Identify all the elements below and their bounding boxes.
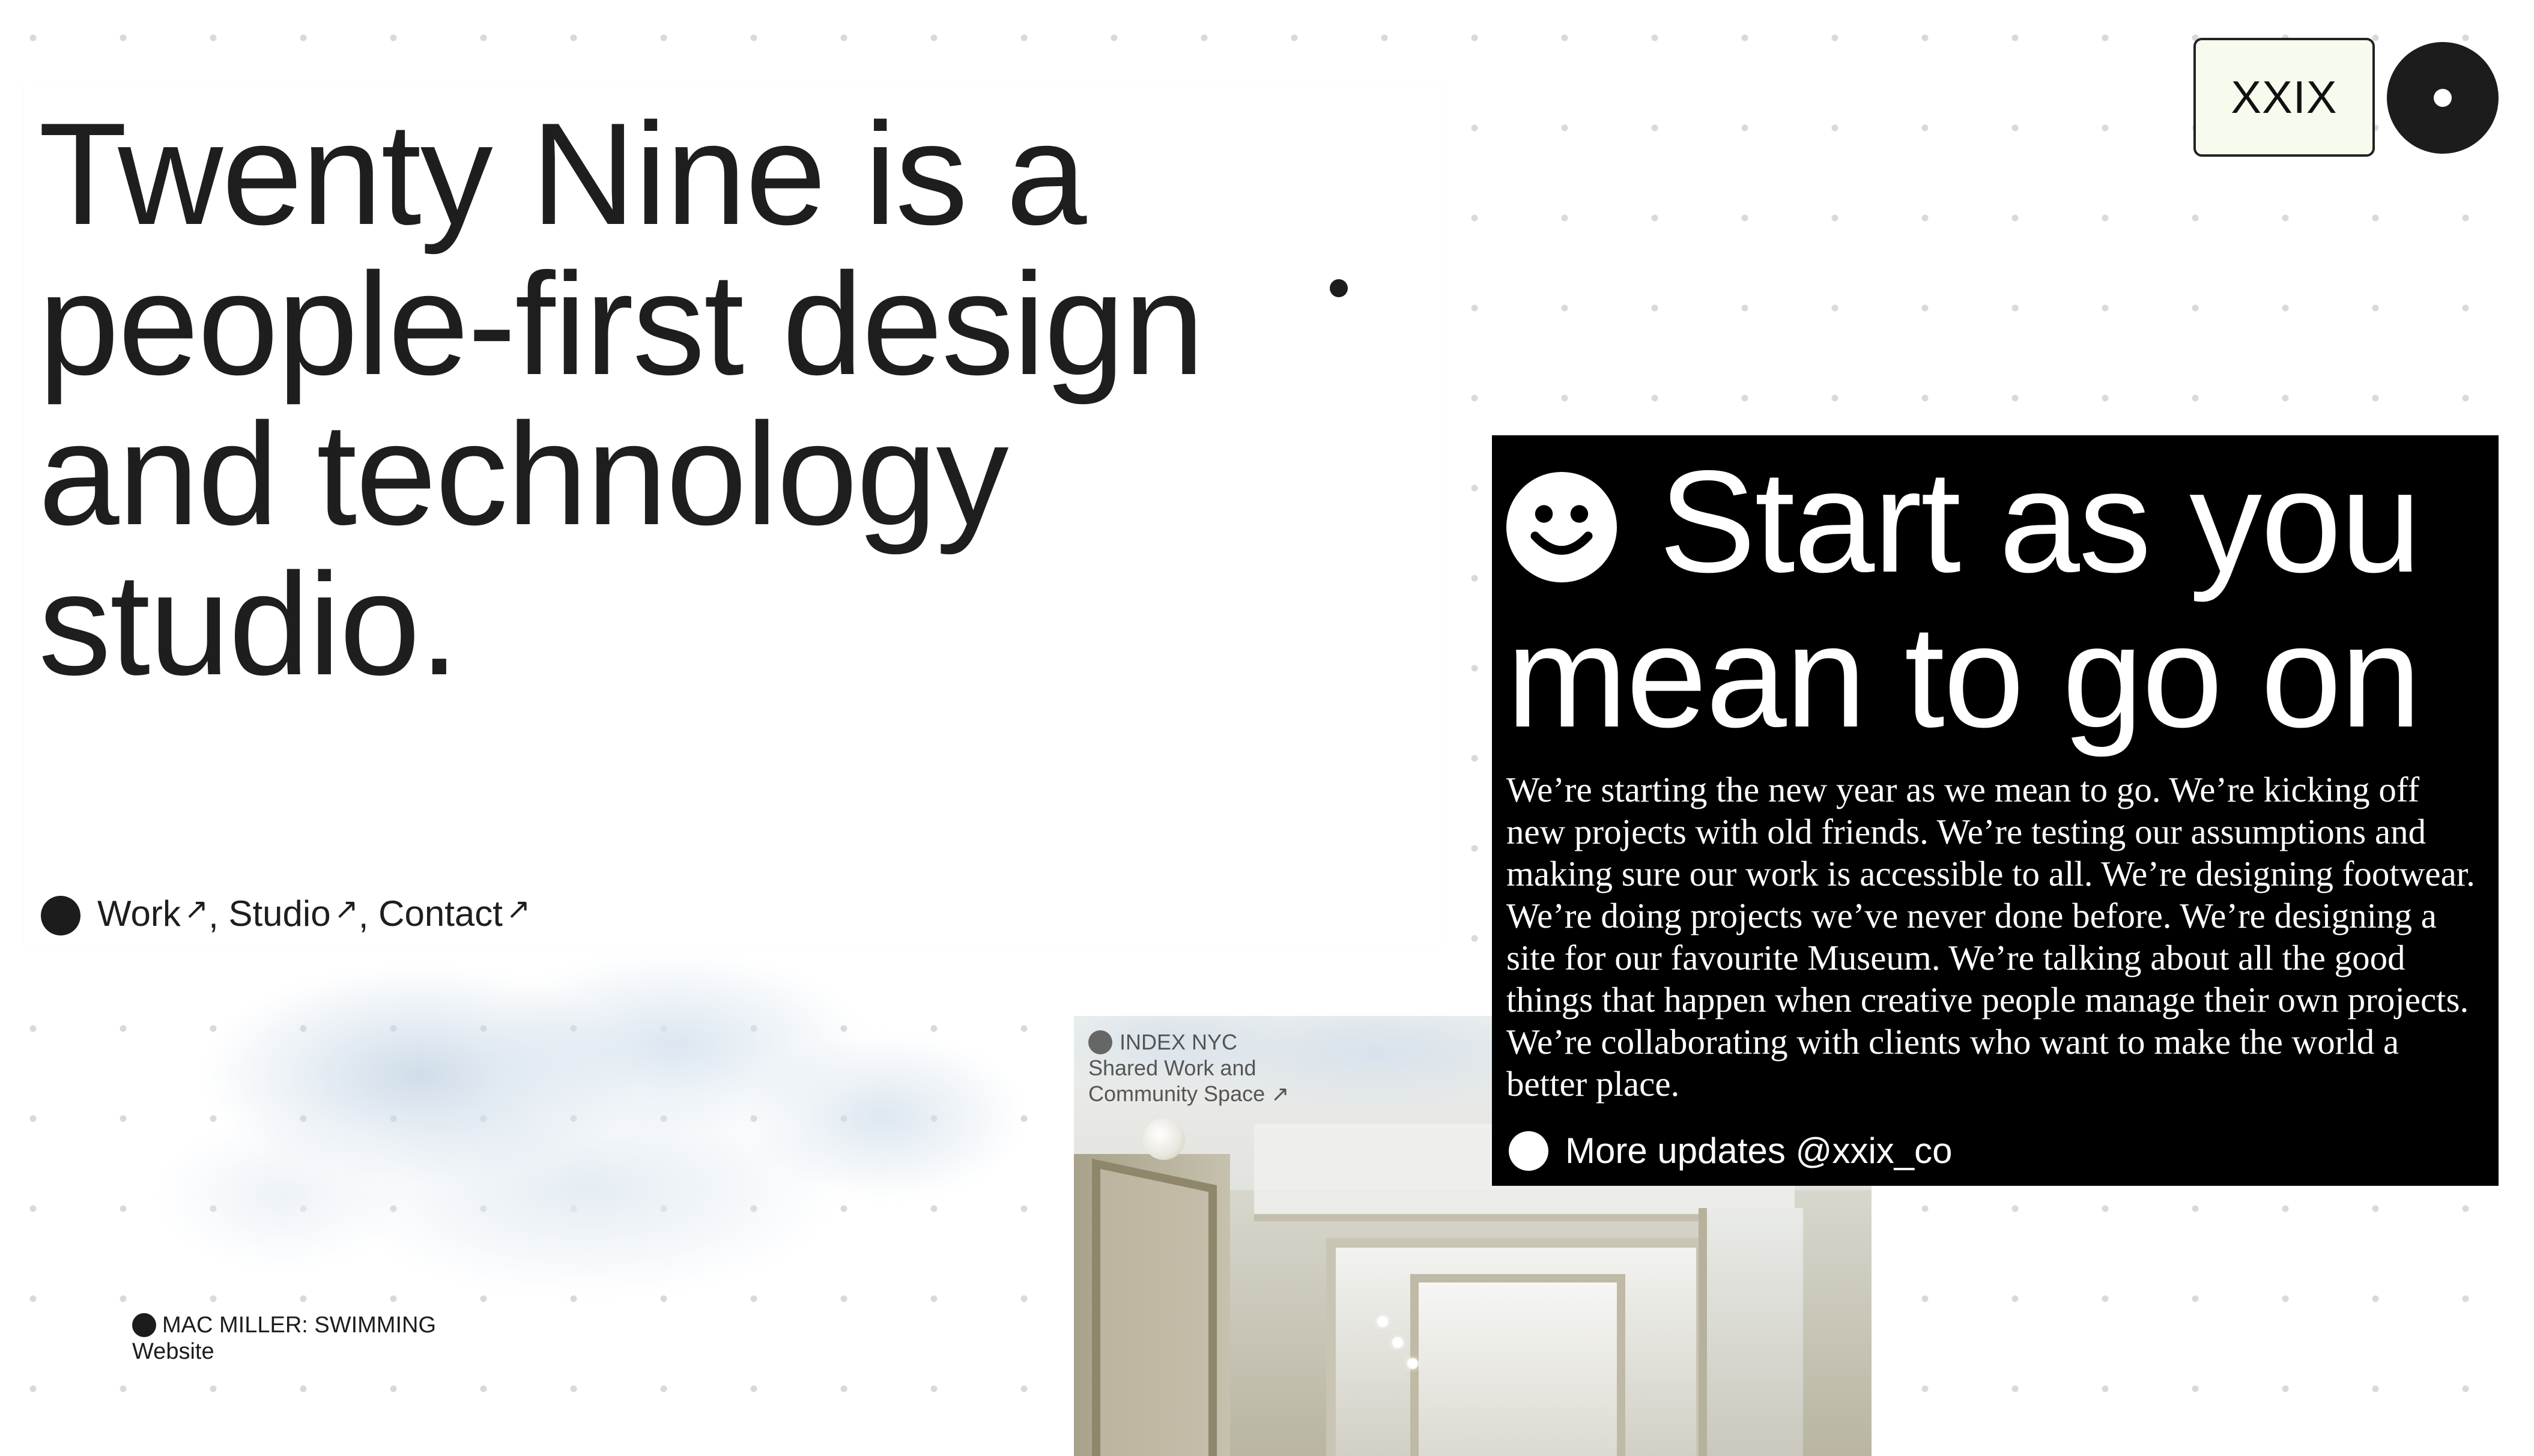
hero-nav: Work ↗, Studio ↗, Contact ↗ [41,893,530,938]
project-title[interactable]: MAC MILLER: SWIMMING [162,1312,436,1338]
photo-ceiling-light [1377,1316,1388,1327]
news-card: Start as you mean to go on We’re startin… [1492,435,2499,1186]
news-body: We’re starting the new year as we mean t… [1506,770,2475,1104]
project-subtitle-line2: Community Space [1088,1081,1265,1106]
decorative-dot-icon [1330,279,1348,297]
photo-window [1699,1208,1803,1456]
external-arrow-icon: ↗ [1271,1081,1290,1106]
external-arrow-icon: ↗ [184,893,209,925]
nav-link-contact[interactable]: Contact ↗ [378,893,530,938]
photo-doorway [1410,1274,1625,1456]
logo-button[interactable]: XXIX [2193,38,2375,157]
menu-button[interactable] [2387,42,2499,154]
footer-bullet-icon [1509,1131,1548,1171]
cloud-image [132,937,1153,1357]
project-bullet-icon [1088,1030,1112,1054]
external-arrow-icon: ↗ [506,893,531,925]
news-footer[interactable]: More updates @xxix_co [1509,1130,1953,1172]
project-bullet-icon [132,1313,156,1337]
smiley-icon [1506,472,1617,582]
project-card-mac-miller[interactable]: MAC MILLER: SWIMMING Website [132,1312,436,1365]
photo-ceiling-light [1392,1337,1403,1348]
project-subtitle-line1: Shared Work and [1088,1056,1256,1080]
nav-link-work[interactable]: Work ↗ [97,893,208,938]
nav-link-studio[interactable]: Studio ↗ [228,893,358,938]
news-heading: Start as you mean to go on [1506,444,2491,754]
project-title[interactable]: INDEX NYC [1120,1029,1237,1055]
nav-bullet-icon [41,895,80,935]
hero-title: Twenty Nine is a people-first design and… [38,93,1204,705]
project-label: INDEX NYC Shared Work and Community Spac… [1088,1029,1289,1107]
project-subtitle: Website [132,1339,214,1364]
news-heading-text: Start as you mean to go on [1506,441,2421,758]
photo-ceiling-light [1407,1358,1418,1369]
hero-card: Twenty Nine is a people-first design and… [24,81,1441,949]
photo-door-frame [1092,1158,1217,1456]
more-updates-link[interactable]: More updates @xxix_co [1565,1130,1953,1172]
menu-dot-icon [2434,89,2452,107]
external-arrow-icon: ↗ [334,893,359,925]
